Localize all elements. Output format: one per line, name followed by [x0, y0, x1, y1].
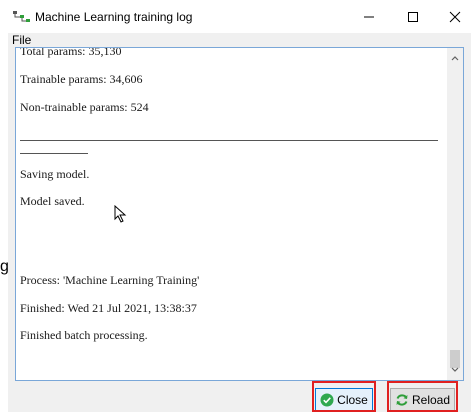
log-line: Model saved.: [20, 194, 85, 208]
log-line: Finished batch processing.: [20, 328, 148, 342]
scroll-up-button[interactable]: [447, 50, 463, 66]
separator-line: [20, 140, 438, 141]
log-line: Process: 'Machine Learning Training': [20, 273, 200, 287]
menu-file[interactable]: File: [12, 33, 31, 47]
highlight-close-box: [312, 381, 376, 412]
maximize-icon: [408, 11, 418, 22]
scroll-down-button[interactable]: [447, 362, 463, 378]
separator-line: [20, 153, 88, 154]
scroll-down-icon: [451, 367, 459, 372]
window-title: Machine Learning training log: [35, 10, 193, 24]
pointer-cursor-icon: [114, 205, 127, 223]
minimize-button[interactable]: [347, 0, 391, 33]
title-bar[interactable]: Machine Learning training log: [8, 0, 471, 33]
menu-bar: File: [8, 33, 471, 47]
vertical-scrollbar[interactable]: [447, 48, 463, 380]
close-icon: [449, 11, 461, 22]
app-tree-icon: [13, 11, 30, 22]
log-line: Trainable params: 34,606: [20, 72, 143, 86]
maximize-button[interactable]: [391, 0, 435, 33]
log-window: Machine Learning training log File Total…: [8, 0, 471, 412]
log-line: Total params: 35,130: [20, 47, 122, 58]
log-line: Saving model.: [20, 167, 90, 181]
minimize-icon: [364, 16, 374, 17]
log-line: Non-trainable params: 524: [20, 100, 149, 114]
log-line: Finished: Wed 21 Jul 2021, 13:38:37: [20, 301, 197, 315]
highlight-reload-box: [387, 381, 458, 412]
window-close-button[interactable]: [433, 0, 471, 33]
scroll-up-icon: [451, 56, 459, 61]
log-text-area[interactable]: Total params: 35,130 Trainable params: 3…: [15, 47, 464, 381]
